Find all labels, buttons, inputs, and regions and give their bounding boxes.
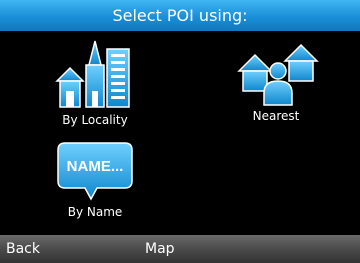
back-softkey[interactable]: Back — [6, 235, 40, 263]
poi-options-area: By Locality Nearest NAME... By Name — [0, 31, 360, 235]
name-speech-bubble-icon: NAME... — [57, 142, 133, 201]
name-icon-text: NAME... — [67, 158, 124, 175]
page-title: Select POI using: — [112, 6, 248, 25]
option-label: By Locality — [62, 113, 128, 127]
title-bar: Select POI using: — [0, 0, 360, 31]
option-label: Nearest — [252, 109, 300, 123]
option-label: By Name — [67, 205, 123, 219]
option-by-locality[interactable]: By Locality — [35, 39, 155, 127]
softkey-bar: Back Map — [0, 235, 360, 263]
nearby-person-houses-icon — [237, 43, 319, 106]
option-nearest[interactable]: Nearest — [216, 43, 336, 123]
city-buildings-icon — [55, 40, 130, 108]
map-softkey[interactable]: Map — [145, 235, 175, 263]
option-by-name[interactable]: NAME... By Name — [35, 141, 155, 219]
